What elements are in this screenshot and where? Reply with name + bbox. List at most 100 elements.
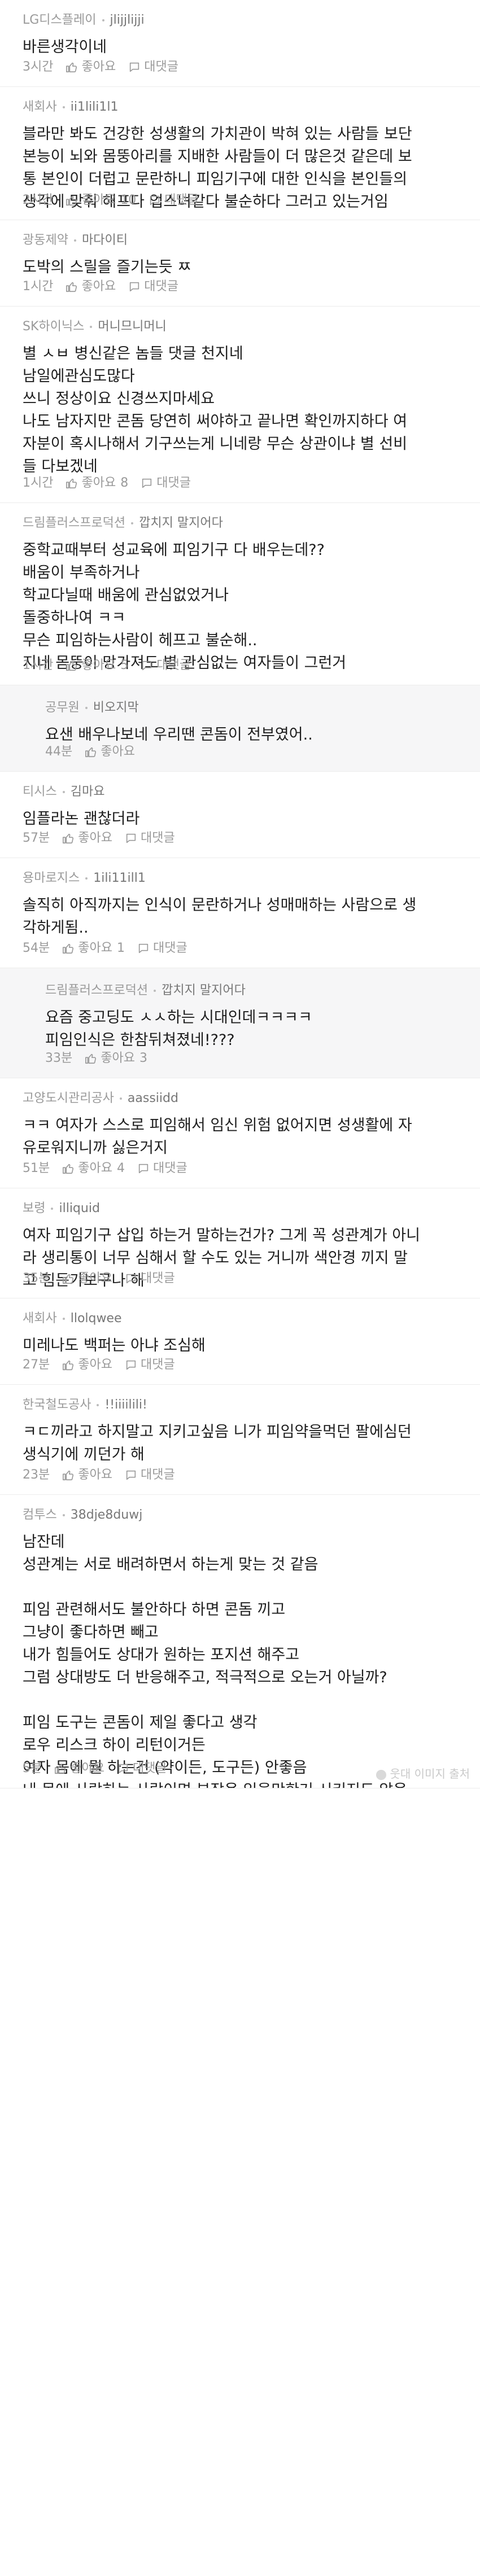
- company-name: 고양도시관리공사: [23, 1091, 114, 1105]
- comment-actions: 54분 좋아요 1 대댓글: [23, 941, 187, 956]
- like-label: 좋아요: [81, 60, 116, 74]
- thumbs-up-icon: [63, 1164, 74, 1174]
- comment-text: 도박의 스릴을 즐기는듯 ㅉ: [23, 259, 191, 276]
- comment-actions: 23분 좋아요 대댓글: [23, 1467, 175, 1483]
- reply-button[interactable]: 대댓글: [117, 1761, 167, 1775]
- thumbs-up-icon: [85, 747, 97, 758]
- comment-meta: 새회사 ii1lili1l1: [23, 99, 457, 115]
- reply-button[interactable]: 대댓글: [137, 1161, 187, 1175]
- author-nickname[interactable]: aassiidd: [128, 1091, 178, 1105]
- comment-time: 2시간: [23, 193, 54, 207]
- comment-item: 티시스 김마요 임플라논 괜찮더라 57분 좋아요 대댓글: [0, 772, 480, 858]
- reply-label: 대댓글: [140, 1468, 175, 1482]
- author-nickname[interactable]: illiquid: [59, 1201, 99, 1215]
- comment-item: SK하이닉스 머니므니머니 별 ㅅㅂ 병신같은 놈들 댓글 천지네 남일에관심도많다…: [0, 307, 480, 503]
- like-button[interactable]: 좋아요 3: [85, 1051, 147, 1065]
- comment-text: 남잔데 성관계는 서로 배려하면서 하는게 맞는 것 같음 피임 관련해서도 불…: [23, 1533, 407, 1788]
- comment-text: 솔직히 아직까지는 인식이 문란하거나 성매매하는 사람으로 생 각하게됨..: [23, 896, 417, 937]
- meta-separator: [62, 1514, 65, 1516]
- reply-label: 대댓글: [140, 831, 175, 845]
- comment-meta: 한국철도공사 !!iiiilili!: [23, 1397, 457, 1413]
- thumbs-up-icon: [66, 661, 77, 671]
- reply-button[interactable]: 대댓글: [125, 1271, 175, 1285]
- comment-meta: 공무원 비오지막: [45, 700, 457, 716]
- author-nickname[interactable]: 1ili11ill1: [93, 871, 146, 885]
- comment-time: 1시간: [23, 476, 54, 490]
- like-button[interactable]: 좋아요: [62, 1468, 112, 1482]
- like-button[interactable]: 좋아요: [62, 1271, 112, 1285]
- like-button[interactable]: 좋아요: [66, 60, 116, 74]
- thumbs-up-icon: [63, 943, 74, 954]
- comment-meta: 새회사 llolqwee: [23, 1311, 457, 1327]
- comment-meta: 광동제약 마다이티: [23, 233, 457, 248]
- reply-button[interactable]: 대댓글: [125, 831, 175, 845]
- reply-button[interactable]: 대댓글: [128, 60, 178, 74]
- like-button[interactable]: 좋아요: [62, 831, 112, 845]
- like-button[interactable]: 좋아요 1: [62, 941, 125, 955]
- like-button[interactable]: 좋아요 5: [66, 658, 128, 672]
- reply-button[interactable]: 대댓글: [141, 476, 191, 490]
- author-nickname[interactable]: 마다이티: [82, 233, 128, 247]
- comment-text: ㅋㄷ끼라고 하지말고 지키고싶음 니가 피임약을먹던 팔에심던 생식기에 끼던가…: [23, 1423, 412, 1463]
- comment-time: 27분: [23, 1358, 50, 1372]
- comment-time: 1시간: [23, 658, 54, 672]
- author-nickname[interactable]: jlijjlijji: [110, 13, 145, 27]
- reply-button[interactable]: 대댓글: [125, 1468, 175, 1482]
- reply-button[interactable]: 대댓글: [125, 1358, 175, 1372]
- like-button[interactable]: 좋아요: [66, 279, 116, 294]
- reply-button[interactable]: 대댓글: [141, 658, 191, 672]
- comment-actions: 3시간 좋아요 대댓글: [23, 59, 178, 75]
- like-count: 4: [116, 1161, 125, 1175]
- company-name: 컴투스: [23, 1508, 57, 1522]
- like-label: 좋아요: [101, 745, 135, 759]
- company-name: 새회사: [23, 100, 57, 114]
- like-button[interactable]: 좋아요 8: [66, 476, 128, 490]
- speech-bubble-icon: [126, 1274, 136, 1284]
- comment-actions: 5분 좋아요 대댓글: [23, 1761, 167, 1777]
- comment-time: 5분: [23, 1761, 42, 1775]
- speech-bubble-icon: [130, 282, 139, 292]
- meta-separator: [62, 106, 65, 108]
- speech-bubble-icon: [126, 1360, 136, 1370]
- comment-time: 54분: [23, 941, 50, 955]
- comment-text: 중학교때부터 성교육에 피임기구 다 배우는데?? 배움이 부족하거나 학교다닐…: [23, 541, 347, 672]
- speech-bubble-icon: [138, 1164, 149, 1174]
- meta-separator: [62, 1318, 65, 1320]
- comment-meta: SK하이닉스 머니므니머니: [23, 319, 457, 335]
- thumbs-up-icon: [55, 1764, 66, 1774]
- author-nickname[interactable]: 깝치지 말지어다: [139, 516, 223, 530]
- comment-meta: 티시스 김마요: [23, 784, 457, 800]
- like-button[interactable]: 좋아요: [62, 1358, 112, 1372]
- author-nickname[interactable]: 38dje8duwj: [71, 1508, 143, 1522]
- meta-separator: [85, 877, 88, 880]
- reply-button[interactable]: 대댓글: [137, 941, 187, 955]
- company-name: 한국철도공사: [23, 1398, 91, 1412]
- company-name: 보령: [23, 1201, 46, 1215]
- thumbs-up-icon: [85, 1053, 97, 1064]
- author-nickname[interactable]: 머니므니머니: [98, 320, 166, 334]
- author-nickname[interactable]: 비오지막: [93, 701, 139, 715]
- meta-separator: [97, 1404, 99, 1406]
- like-button[interactable]: 좋아요 10: [66, 193, 136, 207]
- reply-label: 대댓글: [140, 1271, 175, 1285]
- like-button[interactable]: 좋아요 4: [62, 1161, 125, 1175]
- like-button[interactable]: 좋아요: [54, 1761, 104, 1775]
- author-nickname[interactable]: 김마요: [71, 785, 105, 799]
- meta-separator: [102, 19, 104, 21]
- comment-meta: 용마로지스 1ili11ill1: [23, 871, 457, 886]
- comment-time: 33분: [45, 1051, 73, 1065]
- author-nickname[interactable]: !!iiiilili!: [104, 1398, 147, 1412]
- comment-text: 요즘 중고딩도 ㅅㅅ하는 시대인데ㅋㅋㅋㅋ 피임인식은 한참뒤쳐졌네!???: [45, 1009, 312, 1049]
- speech-bubble-icon: [130, 62, 139, 72]
- author-nickname[interactable]: llolqwee: [71, 1311, 122, 1326]
- comment-time: 35분: [23, 1271, 50, 1285]
- like-button[interactable]: 좋아요: [85, 745, 135, 759]
- like-label: 좋아요: [78, 831, 112, 845]
- comment-item: 고양도시관리공사 aassiidd ㅋㅋ 여자가 스스로 피임해서 임신 위험 없어…: [0, 1078, 480, 1188]
- reply-button[interactable]: 대댓글: [149, 193, 199, 207]
- speech-bubble-icon: [118, 1764, 128, 1774]
- like-count: 10: [120, 193, 137, 207]
- author-nickname[interactable]: 깝치지 말지어다: [162, 983, 246, 998]
- reply-button[interactable]: 대댓글: [128, 279, 178, 294]
- author-nickname[interactable]: ii1lili1l1: [71, 100, 119, 114]
